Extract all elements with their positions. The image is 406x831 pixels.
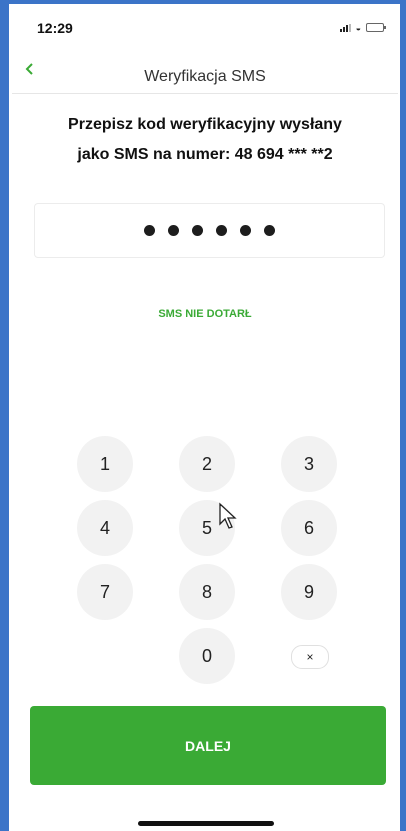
close-icon: × xyxy=(306,650,314,664)
key-6[interactable]: 6 xyxy=(281,500,337,556)
status-icons: ◒ xyxy=(339,22,386,33)
key-1[interactable]: 1 xyxy=(77,436,133,492)
delete-key[interactable]: × xyxy=(291,645,329,669)
battery-icon xyxy=(366,23,386,32)
key-7[interactable]: 7 xyxy=(77,564,133,620)
nav-divider xyxy=(12,93,398,94)
instruction-text: Przepisz kod weryfikacyjny wysłany jako … xyxy=(22,110,388,170)
key-8[interactable]: 8 xyxy=(179,564,235,620)
key-4[interactable]: 4 xyxy=(77,500,133,556)
signal-icon xyxy=(339,23,351,32)
sms-not-received-link[interactable]: SMS NIE DOTARŁ xyxy=(12,308,398,320)
wifi-icon: ◒ xyxy=(355,22,361,33)
window-frame-right xyxy=(400,0,406,831)
nav-bar: Weryfikacja SMS xyxy=(12,56,398,96)
page-title: Weryfikacja SMS xyxy=(144,68,266,85)
instruction-line-2: jako SMS na numer: 48 694 *** **2 xyxy=(77,146,333,163)
instruction-line-1: Przepisz kod weryfikacyjny wysłany xyxy=(68,116,342,133)
next-button[interactable]: DALEJ xyxy=(30,706,386,785)
key-3[interactable]: 3 xyxy=(281,436,337,492)
window-frame-top xyxy=(0,0,406,4)
key-9[interactable]: 9 xyxy=(281,564,337,620)
mouse-pointer-icon xyxy=(219,502,237,529)
code-dot xyxy=(240,225,251,236)
key-0[interactable]: 0 xyxy=(179,628,235,684)
window-frame-left xyxy=(0,0,9,831)
sms-code-input[interactable] xyxy=(34,203,385,258)
code-dot xyxy=(192,225,203,236)
home-indicator[interactable] xyxy=(138,821,274,826)
status-time: 12:29 xyxy=(37,20,73,36)
code-dot xyxy=(144,225,155,236)
phone-screen: 12:29 ◒ Weryfikacja SMS Przepisz kod wer… xyxy=(12,6,398,831)
code-dot xyxy=(216,225,227,236)
code-dot xyxy=(264,225,275,236)
key-2[interactable]: 2 xyxy=(179,436,235,492)
code-dot xyxy=(168,225,179,236)
status-bar: 12:29 ◒ xyxy=(12,6,398,42)
